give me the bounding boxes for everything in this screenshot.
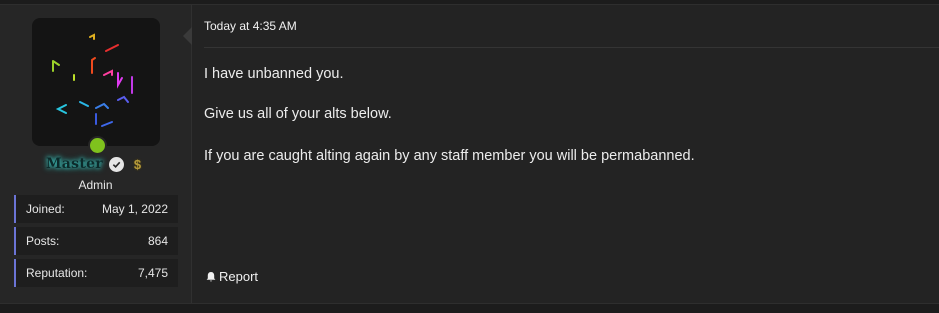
username-row: Master $	[0, 154, 191, 174]
username-link[interactable]: Master	[46, 156, 103, 172]
user-role: Admin	[78, 178, 113, 192]
stat-label: Reputation:	[26, 266, 88, 280]
stat-reputation: Reputation: 7,475	[14, 259, 178, 287]
stat-value: 7,475	[137, 266, 168, 280]
user-sidebar: Master $ Admin Joined: May 1, 2022 Posts…	[0, 5, 192, 303]
user-avatar[interactable]	[32, 18, 160, 146]
message-line: I have unbanned you.	[204, 66, 344, 82]
online-status-indicator	[88, 136, 107, 155]
stat-posts: Posts: 864	[14, 227, 178, 255]
message-line: Give us all of your alts below.	[204, 106, 392, 122]
header-divider	[204, 47, 939, 48]
bell-icon	[206, 271, 216, 281]
stat-value: May 1, 2022	[101, 202, 168, 216]
stat-joined: Joined: May 1, 2022	[14, 195, 178, 223]
message-line: If you are caught alting again by any st…	[204, 148, 695, 164]
post-content: Today at 4:35 AM I have unbanned you. Gi…	[191, 5, 939, 303]
stat-label: Joined:	[26, 202, 65, 216]
avatar-art	[52, 33, 133, 127]
verified-check-icon	[109, 156, 124, 172]
post-timestamp[interactable]: Today at 4:35 AM	[204, 19, 297, 33]
report-label: Report	[219, 269, 259, 284]
report-button[interactable]: Report	[205, 269, 258, 284]
stat-value: 864	[147, 234, 168, 248]
dollar-badge-icon: $	[133, 156, 142, 172]
stat-label: Posts:	[26, 234, 60, 248]
forum-post: Master $ Admin Joined: May 1, 2022 Posts…	[0, 4, 939, 304]
